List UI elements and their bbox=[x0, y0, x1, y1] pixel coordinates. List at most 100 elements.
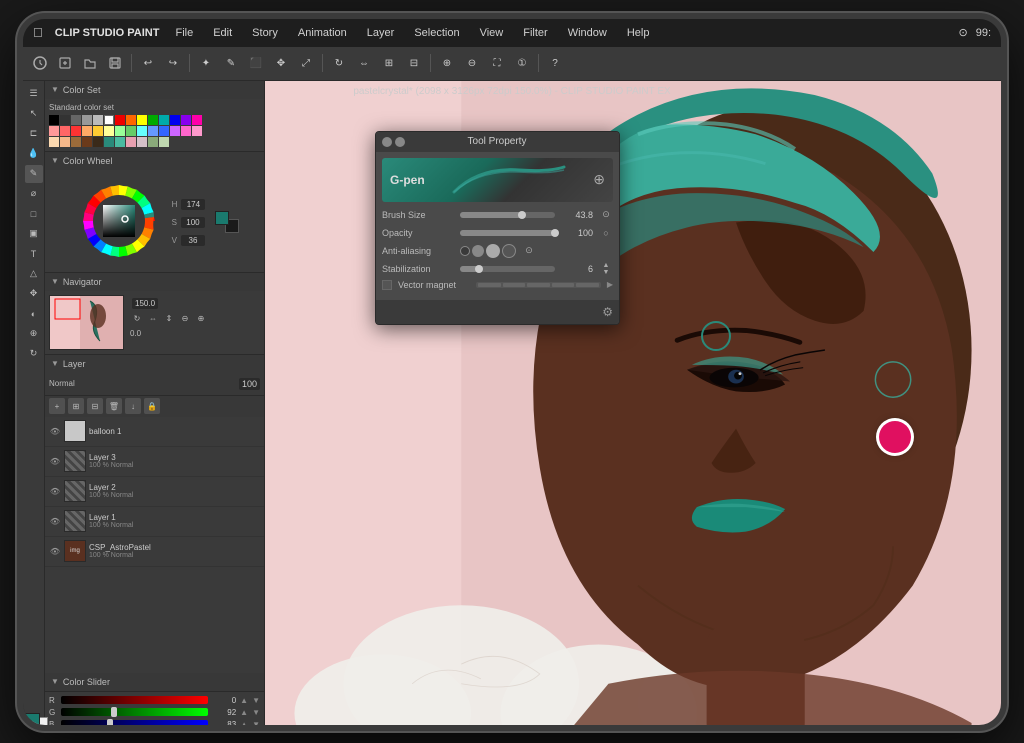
dialog-gear-icon[interactable]: ⚙ bbox=[602, 305, 613, 319]
swatch-sk1[interactable] bbox=[49, 137, 59, 147]
nav-flip-v-btn[interactable]: ⇕ bbox=[162, 312, 176, 326]
r-track[interactable] bbox=[61, 696, 208, 704]
toolbar-btn-help[interactable]: ? bbox=[544, 52, 566, 74]
nav-zoom-out-btn[interactable]: ⊖ bbox=[178, 312, 192, 326]
vector-magnet-checkbox[interactable] bbox=[382, 280, 392, 290]
r-arrow-down[interactable]: ▼ bbox=[252, 696, 260, 705]
swatch-gn1[interactable] bbox=[148, 137, 158, 147]
color-slider-header[interactable]: ▼ Color Slider bbox=[45, 673, 264, 691]
tool-zoom[interactable]: ⊕ bbox=[25, 325, 43, 343]
swatch-sk2[interactable] bbox=[60, 137, 70, 147]
tool-shape[interactable]: △ bbox=[25, 265, 43, 283]
v-value[interactable]: 36 bbox=[181, 235, 205, 246]
swatch-b1[interactable] bbox=[148, 126, 158, 136]
toolbar-btn-save[interactable] bbox=[104, 52, 126, 74]
toolbar-btn-flip[interactable]: ⇔ bbox=[353, 52, 375, 74]
swatch-r1[interactable] bbox=[49, 126, 59, 136]
tool-lasso[interactable]: ⊏ bbox=[25, 125, 43, 143]
aa-dot-1[interactable] bbox=[472, 245, 484, 257]
swatch-pk1[interactable] bbox=[126, 137, 136, 147]
tool-hand[interactable]: ☰ bbox=[25, 85, 43, 103]
navigator-thumbnail[interactable] bbox=[49, 295, 124, 350]
layer-eye-balloon1[interactable]: 👁 bbox=[49, 425, 61, 437]
toolbar-btn-actual[interactable]: ① bbox=[511, 52, 533, 74]
swatch-g1[interactable] bbox=[115, 126, 125, 136]
menu-animation[interactable]: Animation bbox=[294, 25, 351, 41]
toolbar-btn-move[interactable]: ✥ bbox=[270, 52, 292, 74]
toolbar-btn-redo[interactable]: ↪ bbox=[162, 52, 184, 74]
tool-move[interactable]: ✥ bbox=[25, 285, 43, 303]
toolbar-btn-zoom-out[interactable]: ⊖ bbox=[461, 52, 483, 74]
aa-dot-3[interactable] bbox=[502, 244, 516, 258]
menu-filter[interactable]: Filter bbox=[519, 25, 551, 41]
menu-story[interactable]: Story bbox=[248, 25, 282, 41]
swatch-y1[interactable] bbox=[104, 126, 114, 136]
layer-eye-csp[interactable]: 👁 bbox=[49, 545, 61, 557]
tool-cursor[interactable]: ↖ bbox=[25, 105, 43, 123]
layer-header[interactable]: ▼ Layer bbox=[45, 355, 264, 373]
aa-dot-0[interactable] bbox=[460, 246, 470, 256]
swatch-black[interactable] bbox=[49, 115, 59, 125]
g-arrow-down[interactable]: ▼ bbox=[252, 708, 260, 717]
toolbar-btn-transform[interactable]: ⤢ bbox=[295, 52, 317, 74]
swatch-br1[interactable] bbox=[71, 137, 81, 147]
toolbar-btn-undo[interactable]: ↩ bbox=[137, 52, 159, 74]
swatch-blue[interactable] bbox=[170, 115, 180, 125]
aa-dot-2[interactable] bbox=[486, 244, 500, 258]
swatch-p3[interactable] bbox=[192, 126, 202, 136]
layer-item-balloon1[interactable]: 👁 balloon 1 bbox=[45, 417, 264, 447]
dialog-minimize-btn[interactable] bbox=[395, 137, 405, 147]
swatch-pink[interactable] bbox=[192, 115, 202, 125]
opacity-slider[interactable] bbox=[460, 230, 555, 236]
swatch-green[interactable] bbox=[148, 115, 158, 125]
toolbar-btn-ruler[interactable]: ⊟ bbox=[403, 52, 425, 74]
swatch-b2[interactable] bbox=[159, 126, 169, 136]
pen-settings-icon[interactable]: ⊕ bbox=[593, 171, 605, 188]
swatch-lightgray[interactable] bbox=[82, 115, 92, 125]
swatch-p2[interactable] bbox=[181, 126, 191, 136]
swatch-yellow[interactable] bbox=[137, 115, 147, 125]
tool-brush[interactable]: ⌀ bbox=[25, 185, 43, 203]
toolbar-btn-grid[interactable]: ⊞ bbox=[378, 52, 400, 74]
r-arrow-up[interactable]: ▲ bbox=[240, 696, 248, 705]
toolbar-btn-clip[interactable] bbox=[29, 52, 51, 74]
toolbar-btn-fit[interactable]: ⛶ bbox=[486, 52, 508, 74]
swatch-br2[interactable] bbox=[82, 137, 92, 147]
menu-layer[interactable]: Layer bbox=[363, 25, 399, 41]
swatch-tl2[interactable] bbox=[115, 137, 125, 147]
layer-lock-btn[interactable]: 🔒 bbox=[144, 398, 160, 414]
layer-item-csp[interactable]: 👁 img CSP_AstroPastel 100 % Normal bbox=[45, 537, 264, 567]
toolbar-btn-pen[interactable]: ✎ bbox=[220, 52, 242, 74]
tool-fill[interactable]: ▣ bbox=[25, 225, 43, 243]
swatch-tl1[interactable] bbox=[104, 137, 114, 147]
layer-new-btn[interactable]: + bbox=[49, 398, 65, 414]
aa-dots-group[interactable] bbox=[460, 244, 516, 258]
nav-flip-h-btn[interactable]: ⇔ bbox=[146, 312, 160, 326]
swatch-red[interactable] bbox=[115, 115, 125, 125]
swatch-darkgray[interactable] bbox=[60, 115, 70, 125]
swatch-o2[interactable] bbox=[93, 126, 103, 136]
layer-eye-layer2[interactable]: 👁 bbox=[49, 485, 61, 497]
layer-opacity-value[interactable]: 100 bbox=[239, 378, 260, 390]
b-track[interactable] bbox=[61, 720, 208, 728]
tool-rotate[interactable]: ↻ bbox=[25, 345, 43, 363]
stab-up-arrow[interactable]: ▲ bbox=[603, 262, 610, 269]
toolbar-btn-open[interactable] bbox=[79, 52, 101, 74]
swatch-gn2[interactable] bbox=[159, 137, 169, 147]
opacity-icon[interactable]: ○ bbox=[599, 226, 613, 240]
aa-icon[interactable]: ⊙ bbox=[522, 244, 536, 258]
layer-item-layer1[interactable]: 👁 Layer 1 100 % Normal bbox=[45, 507, 264, 537]
menu-file[interactable]: File bbox=[171, 25, 197, 41]
tool-text[interactable]: T bbox=[25, 245, 43, 263]
layer-eye-layer1[interactable]: 👁 bbox=[49, 515, 61, 527]
menu-window[interactable]: Window bbox=[564, 25, 611, 41]
canvas-area[interactable]: Tool Property G-pen ⊕ B bbox=[265, 81, 1001, 731]
layer-item-layer2[interactable]: 👁 Layer 2 100 % Normal bbox=[45, 477, 264, 507]
nav-zoom-in-btn[interactable]: ⊕ bbox=[194, 312, 208, 326]
swatch-r3[interactable] bbox=[71, 126, 81, 136]
fg-color-swatch[interactable] bbox=[24, 713, 40, 729]
swatch-r2[interactable] bbox=[60, 126, 70, 136]
swatch-c1[interactable] bbox=[137, 126, 147, 136]
layer-merge-btn[interactable]: ↓ bbox=[125, 398, 141, 414]
tool-eyedropper[interactable]: 💧 bbox=[25, 145, 43, 163]
